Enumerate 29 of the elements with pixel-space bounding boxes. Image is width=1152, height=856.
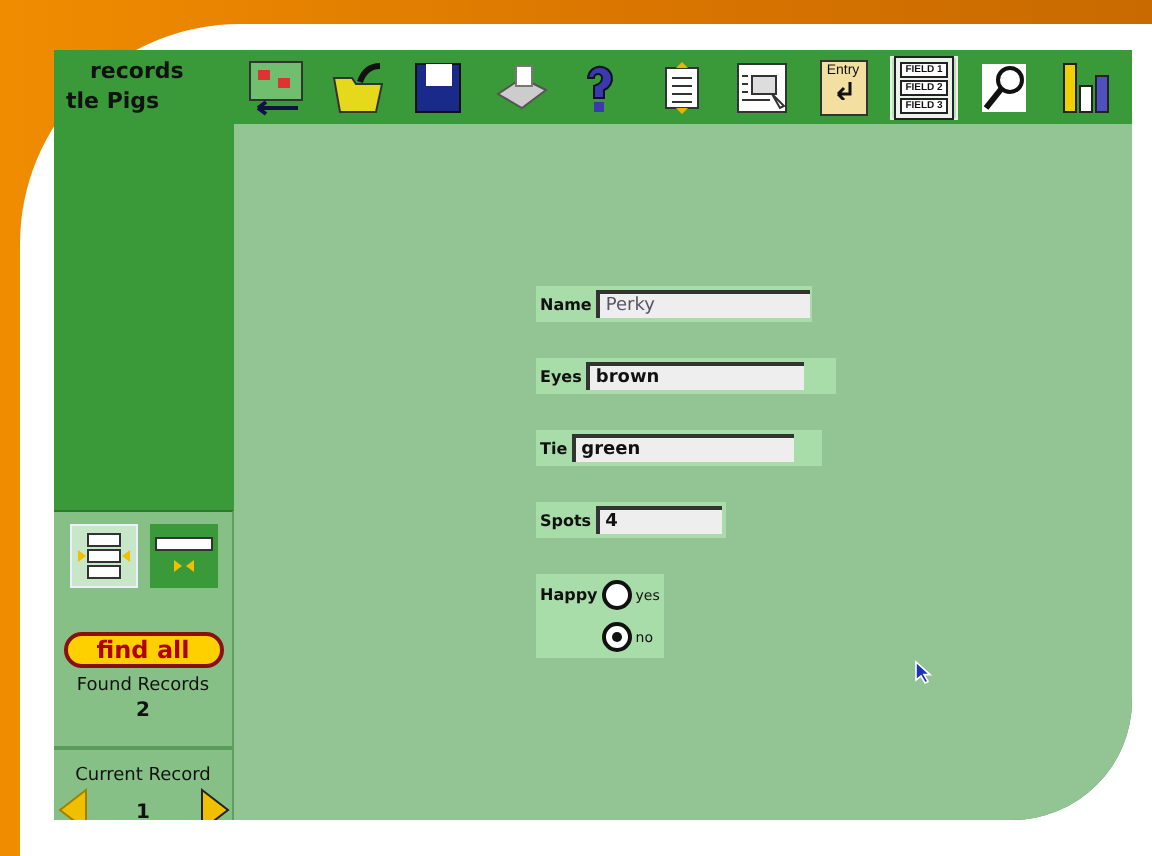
folder-icon xyxy=(327,57,387,117)
field-label: Eyes xyxy=(540,367,582,385)
current-record-label: Current Record xyxy=(75,766,211,786)
radio-button[interactable] xyxy=(601,622,632,652)
document-browse-icon xyxy=(732,57,792,117)
form-layout-icon xyxy=(246,57,306,117)
field-label: Spots xyxy=(540,511,592,529)
return-arrow-icon xyxy=(831,79,855,99)
view-button[interactable] xyxy=(149,524,217,588)
file-title: tle Pigs xyxy=(66,88,162,114)
find-all-button[interactable]: find all xyxy=(63,632,223,668)
field-label: Tie xyxy=(540,439,568,457)
next-record-button[interactable] xyxy=(197,788,229,820)
file-title: records xyxy=(88,58,186,84)
found-records-count: 2 xyxy=(136,700,150,722)
text-field[interactable]: brown xyxy=(585,362,804,390)
right-triangle-icon xyxy=(197,788,229,820)
form-view-icon xyxy=(75,532,131,580)
list-view-icon xyxy=(153,534,213,578)
current-record-number: 1 xyxy=(136,801,150,820)
mouse-pointer-icon xyxy=(914,660,932,684)
field-label: Happy xyxy=(540,586,598,604)
text-field[interactable]: green xyxy=(571,434,794,462)
text-field[interactable]: 4 xyxy=(595,506,722,534)
text-field[interactable]: Perky xyxy=(595,290,810,318)
left-triangle-icon xyxy=(57,788,89,820)
found-records-label: Found Records xyxy=(76,676,210,696)
field-label: Name xyxy=(540,295,592,313)
radio-button[interactable] xyxy=(601,580,632,610)
